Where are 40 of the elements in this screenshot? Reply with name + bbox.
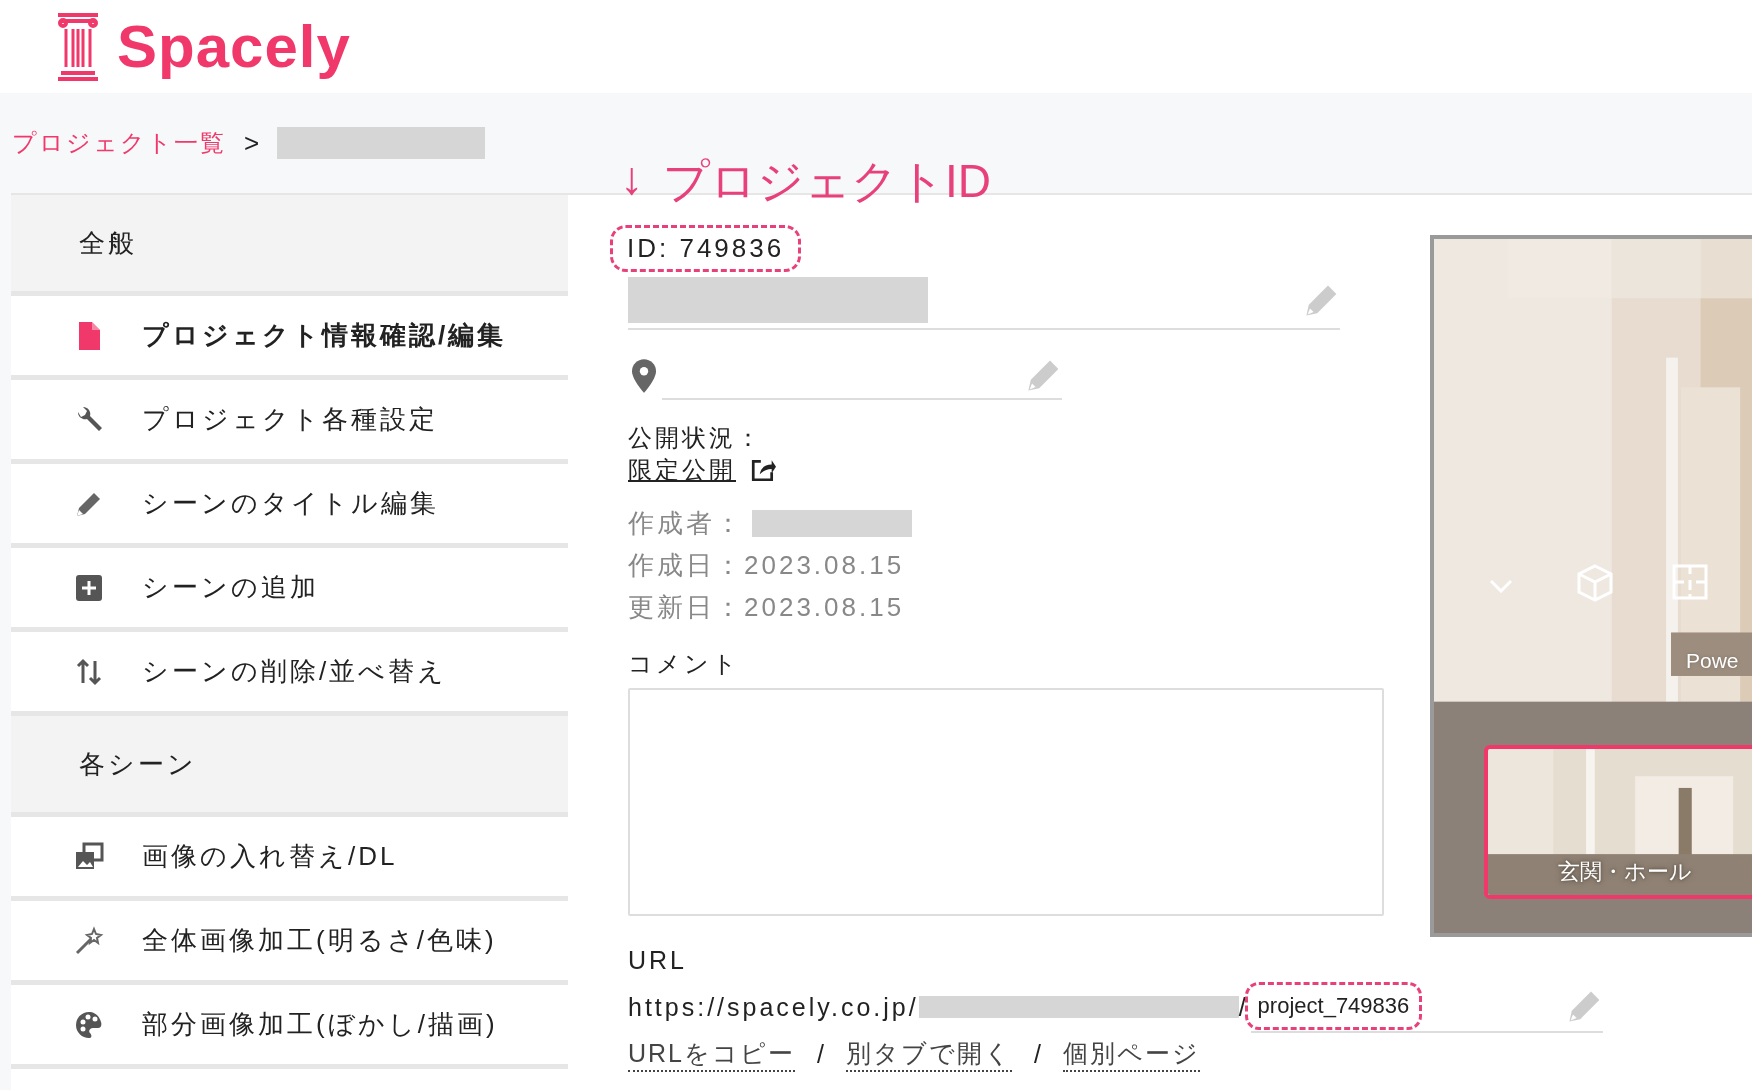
created-date: 作成日：2023.08.15: [628, 549, 905, 582]
external-link-icon[interactable]: [750, 457, 776, 483]
palette-icon: [74, 1009, 104, 1040]
wand-icon: [74, 925, 104, 956]
location-pin-icon: [632, 359, 656, 393]
project-id-text: ID: 749836: [610, 225, 802, 272]
sidebar-item[interactable]: 全体画像加工(明るさ/色味): [11, 901, 568, 980]
url-prefix: https://spacely.co.jp/: [628, 992, 919, 1022]
creator-label: 作成者：: [628, 507, 744, 540]
comment-field[interactable]: [628, 688, 1384, 916]
logo-text[interactable]: Spacely: [117, 12, 351, 81]
sidebar-item[interactable]: 部分画像加工(ぼかし/描画): [11, 985, 568, 1064]
updated-date: 更新日：2023.08.15: [628, 591, 905, 624]
images-icon: [74, 841, 104, 872]
sidebar-section-header: 各シーン: [11, 716, 568, 812]
breadcrumb-separator: >: [244, 127, 260, 159]
sort-icon: [74, 656, 104, 687]
url-action-link[interactable]: URLをコピー: [628, 1037, 795, 1072]
url-action-link[interactable]: 別タブで開く: [845, 1037, 1012, 1072]
sidebar-section-header: 全般: [11, 195, 568, 291]
link-separator: /: [817, 1040, 824, 1069]
url-action-link[interactable]: 個別ページ: [1062, 1037, 1200, 1072]
sidebar-item[interactable]: シーンの削除/並べ替え: [11, 632, 568, 711]
sidebar-item[interactable]: 画像の入れ替え/DL: [11, 817, 568, 896]
sidebar-item[interactable]: プロジェクト情報確認/編集: [11, 296, 568, 375]
column-logo-icon: [55, 10, 101, 83]
status-label: 公開状況：: [628, 423, 763, 453]
annotation-label: プロジェクトID: [663, 154, 991, 209]
sidebar-item[interactable]: シーンのタイトル編集: [11, 464, 568, 543]
sidebar-item[interactable]: プロジェクト各種設定: [11, 380, 568, 459]
sidebar-item[interactable]: シーンの追加: [11, 548, 568, 627]
plus-icon: [74, 572, 104, 603]
comment-label: コメント: [628, 649, 740, 679]
url-slug-field[interactable]: project_749836: [1250, 981, 1603, 1033]
breadcrumb-link[interactable]: プロジェクト一覧: [12, 127, 226, 159]
annotation-arrow: ↓: [620, 151, 643, 206]
url-label: URL: [628, 946, 687, 975]
link-separator: /: [1033, 1040, 1041, 1069]
visibility-link[interactable]: 限定公開: [628, 454, 736, 486]
url-slug-text: project_749836: [1244, 982, 1423, 1030]
